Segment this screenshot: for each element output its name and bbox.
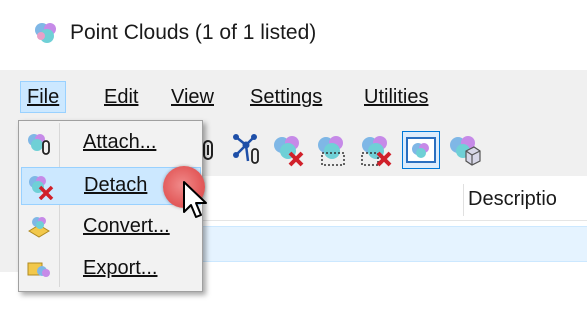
title-bar: Point Clouds (1 of 1 listed) [0, 0, 587, 64]
menu-edit[interactable]: Edit [98, 82, 144, 112]
export-icon [27, 262, 50, 277]
menu-file-label: File [27, 86, 60, 108]
menu-edit-label: Edit [104, 86, 139, 108]
column-separator[interactable] [463, 184, 464, 216]
detach-cloud-dotted-icon[interactable] [358, 131, 394, 167]
menu-view-label: View [171, 86, 214, 108]
menu-settings[interactable]: Settings [244, 82, 328, 112]
cloud-dotted-icon[interactable] [314, 131, 350, 167]
toolbar [190, 122, 587, 176]
menu-view[interactable]: View [165, 82, 220, 112]
attach-tree-icon[interactable] [226, 131, 262, 167]
menu-settings-label: Settings [250, 86, 323, 108]
mouse-pointer-icon [183, 181, 207, 218]
display-cloud-icon[interactable] [402, 131, 440, 169]
table-row[interactable] [200, 226, 587, 262]
list-column-header: Descriptio [200, 180, 587, 221]
menu-file[interactable]: File [20, 81, 67, 113]
menu-item-attach[interactable]: Attach... [21, 125, 199, 161]
menu-utilities[interactable]: Utilities [358, 82, 434, 112]
convert-icon [28, 217, 50, 238]
left-gutter [0, 122, 20, 272]
menu-item-convert[interactable]: Convert... [21, 209, 199, 245]
detach-cloud-icon [29, 176, 54, 200]
menu-item-export[interactable]: Export... [21, 251, 199, 287]
menu-bar: File Edit View Settings Utilities [0, 70, 587, 122]
detach-cloud-icon[interactable] [270, 131, 306, 167]
attach-cloud-icon [28, 134, 50, 155]
menu-utilities-label: Utilities [364, 86, 429, 108]
cloud-cube-icon[interactable] [446, 131, 482, 167]
column-description[interactable]: Descriptio [468, 188, 557, 211]
menu-item-detach-label: Detach [84, 174, 148, 196]
menu-item-attach-label: Attach... [83, 131, 157, 153]
menu-item-convert-label: Convert... [83, 215, 170, 237]
menu-item-export-label: Export... [83, 257, 158, 279]
window-title: Point Clouds (1 of 1 listed) [70, 21, 317, 44]
point-cloud-icon [35, 23, 56, 43]
